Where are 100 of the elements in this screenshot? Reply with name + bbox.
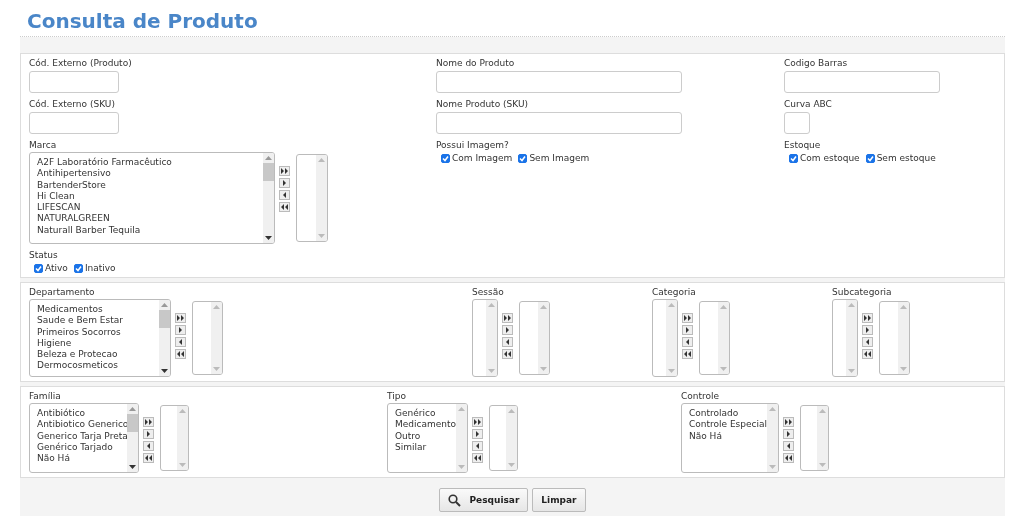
move-all-right-button[interactable] [783,417,794,427]
list-option[interactable]: Primeiros Socorros [37,326,159,338]
move-right-button[interactable] [175,325,186,335]
scrollbar[interactable] [211,302,222,374]
scrollbar[interactable] [159,300,170,376]
scrollbar-thumb[interactable] [263,163,274,181]
move-left-button[interactable] [682,337,693,347]
move-left-button[interactable] [783,441,794,451]
list-option[interactable]: Hi Clean [37,190,263,203]
list-box[interactable] [160,405,189,471]
scroll-up-arrow-icon[interactable] [488,303,495,307]
scrollbar[interactable] [316,155,327,241]
list-option[interactable]: Genérico [395,408,456,420]
scroll-up-arrow-icon[interactable] [129,407,136,411]
move-left-button[interactable] [175,337,186,347]
list-box[interactable]: Genérico Medicamento Outro Similar [387,403,468,473]
move-all-right-button[interactable] [472,417,483,427]
checkbox-label[interactable]: Ativo [45,263,68,273]
move-all-left-button[interactable] [175,349,186,359]
list-option[interactable]: Antibiotico Generico [37,419,127,431]
input-field[interactable] [436,71,682,93]
scroll-down-arrow-icon[interactable] [129,465,136,469]
scrollbar[interactable] [177,406,188,470]
scroll-up-arrow-icon[interactable] [161,303,168,307]
checkbox[interactable] [73,263,83,273]
scrollbar[interactable] [538,302,549,374]
move-right-button[interactable] [502,325,513,335]
scroll-up-arrow-icon[interactable] [213,305,220,309]
scroll-up-arrow-icon[interactable] [668,303,675,307]
scrollbar[interactable] [817,406,828,470]
move-right-button[interactable] [472,429,483,439]
input-field[interactable] [784,71,940,93]
scrollbar[interactable] [127,404,138,472]
list-option[interactable]: LIFESCAN [37,202,263,214]
move-right-button[interactable] [279,178,290,188]
checkbox[interactable] [789,153,798,163]
scroll-up-arrow-icon[interactable] [318,158,325,162]
list-box[interactable] [800,405,829,471]
list-box[interactable] [296,154,328,242]
move-right-button[interactable] [783,429,794,439]
list-box[interactable] [519,301,550,375]
checkbox-label[interactable]: Com Imagem [452,153,513,163]
list-option[interactable]: NATURALGREEN [37,213,263,225]
checkbox-label[interactable]: Sem estoque [876,153,936,163]
move-left-button[interactable] [862,337,873,347]
move-all-right-button[interactable] [502,313,513,323]
move-right-button[interactable] [862,325,873,335]
scroll-up-arrow-icon[interactable] [508,409,515,413]
list-option[interactable]: Controle Especial [689,419,767,431]
move-all-right-button[interactable] [143,417,154,427]
scrollbar[interactable] [456,404,467,472]
move-all-right-button[interactable] [682,313,693,323]
list-option[interactable]: BartenderStore [37,179,263,191]
scroll-up-arrow-icon[interactable] [769,407,776,411]
scrollbar-thumb[interactable] [127,414,138,432]
clear-button[interactable]: Limpar [532,488,586,512]
list-option[interactable]: Dermocosmeticos [37,360,159,372]
search-button[interactable]: Pesquisar [439,488,529,512]
list-option[interactable]: Controlado [689,408,767,420]
list-option[interactable]: Beleza e Protecao [37,349,159,361]
move-all-left-button[interactable] [502,349,513,359]
checkbox-label[interactable]: Sem Imagem [529,153,590,163]
scrollbar[interactable] [666,300,677,376]
input-field[interactable] [29,112,119,134]
list-option[interactable]: Higiene [37,337,159,350]
list-option[interactable]: A2F Laboratório Farmacêutico [37,157,263,169]
list-box[interactable]: Antibiótico Antibiotico Generico Generico Tarja Preta Genérico Tarjado Não Há [29,403,139,473]
scroll-up-arrow-icon[interactable] [265,156,272,160]
list-option[interactable]: Não Há [37,453,127,465]
list-option[interactable]: Saude e Bem Estar [37,315,159,327]
checkbox[interactable] [518,153,528,163]
list-box[interactable]: A2F Laboratório Farmacêutico Antihipertensivo BartenderStore Hi Clean LIFESCAN NATURALGREEN Naturall Barber Tequila [29,152,275,244]
list-option[interactable]: Antihipertensivo [37,168,263,180]
move-all-right-button[interactable] [862,313,873,323]
scrollbar[interactable] [506,406,517,470]
move-right-button[interactable] [682,325,693,335]
list-option[interactable]: Medicamentos [37,304,159,316]
list-option[interactable]: Antibiótico [37,408,127,420]
scrollbar-thumb[interactable] [159,310,170,328]
list-option[interactable]: Naturall Barber Tequila [37,224,263,237]
list-box[interactable] [489,405,518,471]
checkbox-label[interactable]: Com estoque [800,153,860,163]
input-field[interactable] [436,112,682,134]
scroll-up-arrow-icon[interactable] [720,305,727,309]
scroll-down-arrow-icon[interactable] [265,236,272,240]
list-option[interactable]: Generico Tarja Preta [37,430,127,442]
move-all-left-button[interactable] [279,202,290,212]
checkbox-label[interactable]: Inativo [84,263,116,273]
list-box[interactable] [192,301,223,375]
scroll-up-arrow-icon[interactable] [540,305,547,309]
move-all-right-button[interactable] [175,313,186,323]
scrollbar[interactable] [767,404,778,472]
move-all-left-button[interactable] [783,453,794,463]
input-field[interactable] [29,71,119,93]
scrollbar[interactable] [718,302,729,374]
move-right-button[interactable] [143,429,154,439]
move-all-right-button[interactable] [279,166,290,176]
move-left-button[interactable] [143,441,154,451]
list-option[interactable]: Outro [395,430,456,442]
move-all-left-button[interactable] [143,453,154,463]
